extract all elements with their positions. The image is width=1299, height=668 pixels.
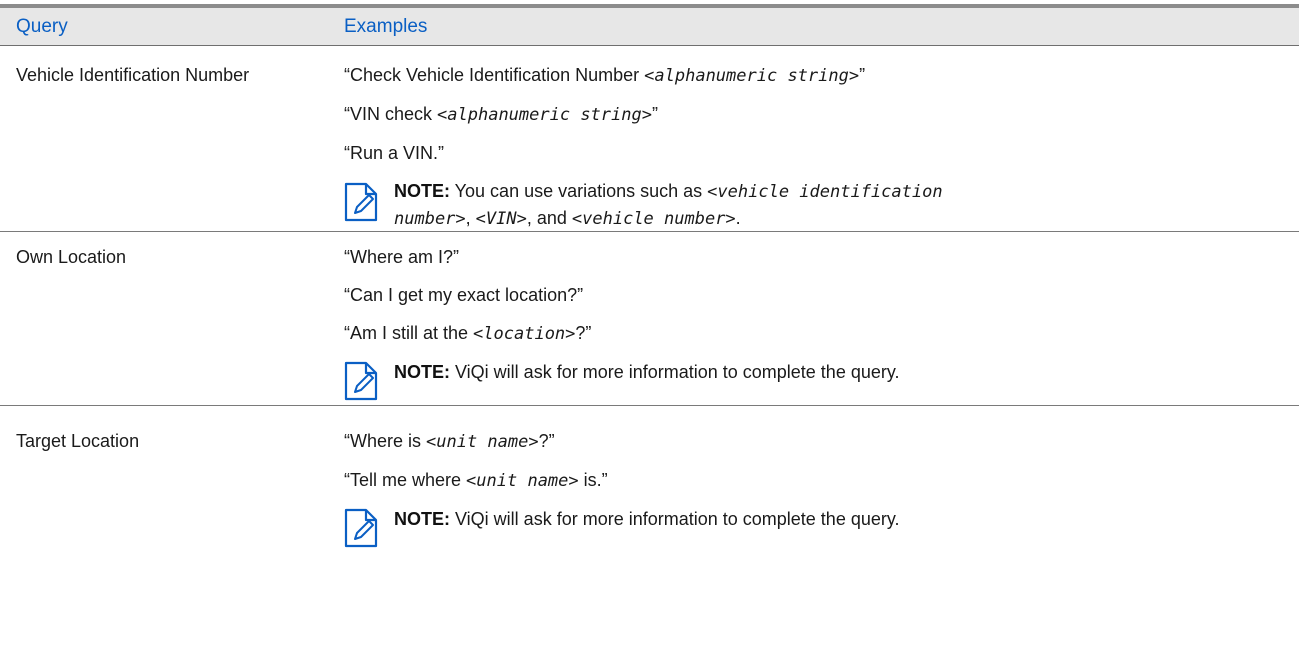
query-examples-table: Query Examples Vehicle Identification Nu… <box>0 4 1299 566</box>
note-line: number>, <VIN>, and <vehicle number>. <box>394 208 741 229</box>
note-icon <box>344 361 378 401</box>
note-line: NOTE: ViQi will ask for more information… <box>394 509 900 529</box>
query-cell: Own Location <box>16 247 127 267</box>
note-line: NOTE: You can use variations such as <ve… <box>394 181 943 202</box>
example-line: “Tell me where <unit name> is.” <box>344 470 608 491</box>
note-block: NOTE: You can use variations such as <ve… <box>344 178 1284 232</box>
note-block: NOTE: ViQi will ask for more information… <box>344 357 1284 401</box>
example-line: “Where is <unit name>?” <box>344 431 555 452</box>
query-cell: Vehicle Identification Number <box>16 65 250 85</box>
example-line: “Check Vehicle Identification Number <al… <box>344 65 866 86</box>
note-label: NOTE: <box>394 509 450 529</box>
query-cell: Target Location <box>16 431 140 451</box>
note-icon <box>344 508 378 548</box>
table-header: Query Examples <box>0 8 1299 46</box>
examples-cell: “Check Vehicle Identification Number <al… <box>344 62 1284 232</box>
note-block: NOTE: ViQi will ask for more information… <box>344 504 1284 548</box>
table-row-vin: Vehicle Identification Number “Check Veh… <box>0 46 1299 232</box>
note-label: NOTE: <box>394 181 450 201</box>
note-icon <box>344 182 378 222</box>
note-label: NOTE: <box>394 362 450 382</box>
table-row-own-location: Own Location “Where am I?” “Can I get my… <box>0 232 1299 406</box>
examples-cell: “Where is <unit name>?” “Tell me where <… <box>344 428 1284 548</box>
header-examples: Examples <box>344 16 428 37</box>
note-line: NOTE: ViQi will ask for more information… <box>394 362 900 382</box>
example-line: “VIN check <alphanumeric string>” <box>344 104 658 125</box>
example-line: “Run a VIN.” <box>344 143 445 163</box>
header-query: Query <box>16 16 68 37</box>
example-line: “Can I get my exact location?” <box>344 285 584 305</box>
examples-cell: “Where am I?” “Can I get my exact locati… <box>344 244 1284 401</box>
example-line: “Where am I?” <box>344 247 460 267</box>
example-line: “Am I still at the <location>?” <box>344 323 592 344</box>
table-row-target-location: Target Location “Where is <unit name>?” … <box>0 406 1299 566</box>
